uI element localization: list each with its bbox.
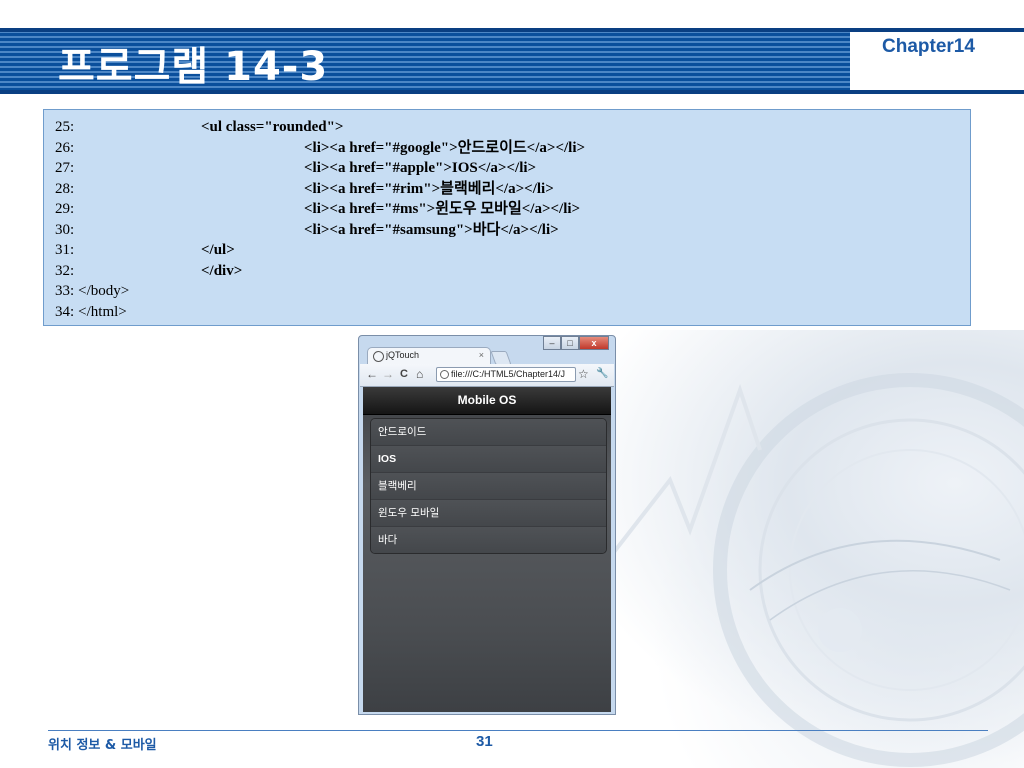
code-text: </html>	[78, 303, 127, 320]
app-viewport: Mobile OS 안드로이드 IOS 블랙베리 윈도우 모바일 바다	[363, 387, 611, 712]
tab-close-icon[interactable]: ×	[479, 350, 484, 360]
star-icon[interactable]: ☆	[578, 367, 589, 381]
footer-rule	[48, 730, 988, 731]
window-controls: – □ x	[543, 336, 609, 350]
browser-toolbar: ← → C ⌂ file:///C:/HTML5/Chapter14/J ☆ 🔧	[360, 364, 614, 387]
line-number: 26:	[55, 139, 75, 156]
line-number: 32:	[55, 262, 75, 279]
code-text: <li><a href="#apple">IOS</a></li>	[304, 160, 537, 176]
code-line: 26: <li><a href="#google">안드로이드</a></li>	[55, 138, 585, 158]
chapter-label: Chapter14	[882, 36, 975, 57]
app-toolbar: Mobile OS	[363, 387, 611, 415]
code-text: <li><a href="#ms">윈도우 모바일</a></li>	[304, 201, 581, 217]
list-item[interactable]: 윈도우 모바일	[371, 500, 606, 527]
app-title: Mobile OS	[457, 393, 517, 407]
code-line: 30: <li><a href="#samsung">바다</a></li>	[55, 220, 559, 240]
forward-icon[interactable]: →	[382, 367, 394, 381]
code-line: 34: </html>	[55, 302, 127, 322]
code-text: <li><a href="#google">안드로이드</a></li>	[304, 139, 586, 156]
code-line: 29: <li><a href="#ms">윈도우 모바일</a></li>	[55, 199, 580, 219]
line-number: 34:	[55, 303, 75, 320]
code-line: 31: </ul>	[55, 240, 235, 260]
reload-icon[interactable]: C	[400, 367, 408, 381]
home-icon[interactable]: ⌂	[416, 367, 423, 381]
browser-tab[interactable]: jQTouch ×	[367, 347, 491, 365]
new-tab-button[interactable]	[490, 351, 512, 365]
code-text: <li><a href="#samsung">바다</a></li>	[304, 221, 559, 238]
browser-window: – □ x jQTouch × ← → C ⌂ file:///C:/HTML5…	[358, 335, 616, 715]
line-number: 25:	[55, 119, 75, 135]
line-number: 33:	[55, 283, 75, 299]
code-text: </ul>	[201, 242, 235, 258]
os-list: 안드로이드 IOS 블랙베리 윈도우 모바일 바다	[370, 418, 607, 554]
address-bar[interactable]: file:///C:/HTML5/Chapter14/J	[436, 367, 576, 382]
minimize-button[interactable]: –	[543, 336, 561, 350]
code-line: 25: <ul class="rounded">	[55, 117, 343, 137]
maximize-button[interactable]: □	[561, 336, 579, 350]
address-text: file:///C:/HTML5/Chapter14/J	[451, 369, 566, 379]
line-number: 27:	[55, 160, 75, 176]
code-line: 28: <li><a href="#rim">블랙베리</a></li>	[55, 179, 554, 199]
line-number: 31:	[55, 242, 75, 258]
line-number: 28:	[55, 180, 75, 197]
close-button[interactable]: x	[579, 336, 609, 350]
page-info-icon	[440, 370, 449, 379]
line-number: 29:	[55, 201, 75, 217]
code-text: <ul class="rounded">	[201, 119, 344, 135]
slide-title: 프로그램 14-3	[58, 44, 329, 90]
list-item[interactable]: 바다	[371, 527, 606, 553]
code-listing: 25: <ul class="rounded"> 26: <li><a href="#…	[43, 109, 971, 326]
background-decoration	[560, 330, 1024, 768]
page-icon	[373, 351, 384, 362]
line-number: 30:	[55, 221, 75, 238]
code-line: 32: </div>	[55, 261, 242, 281]
code-line: 33: </body>	[55, 281, 129, 301]
list-item[interactable]: 블랙베리	[371, 473, 606, 500]
code-line: 27: <li><a href="#apple">IOS</a></li>	[55, 158, 536, 178]
wrench-icon[interactable]: 🔧	[596, 367, 608, 381]
code-text: </div>	[201, 262, 243, 279]
footer-title: 위치 정보 & 모바일	[48, 738, 157, 753]
tab-title: jQTouch	[386, 350, 420, 360]
list-item[interactable]: 안드로이드	[371, 419, 606, 446]
code-text: <li><a href="#rim">블랙베리</a></li>	[304, 180, 554, 197]
page-number: 31	[476, 733, 493, 750]
back-icon[interactable]: ←	[366, 367, 378, 381]
code-text: </body>	[78, 283, 130, 299]
list-item[interactable]: IOS	[371, 446, 606, 473]
